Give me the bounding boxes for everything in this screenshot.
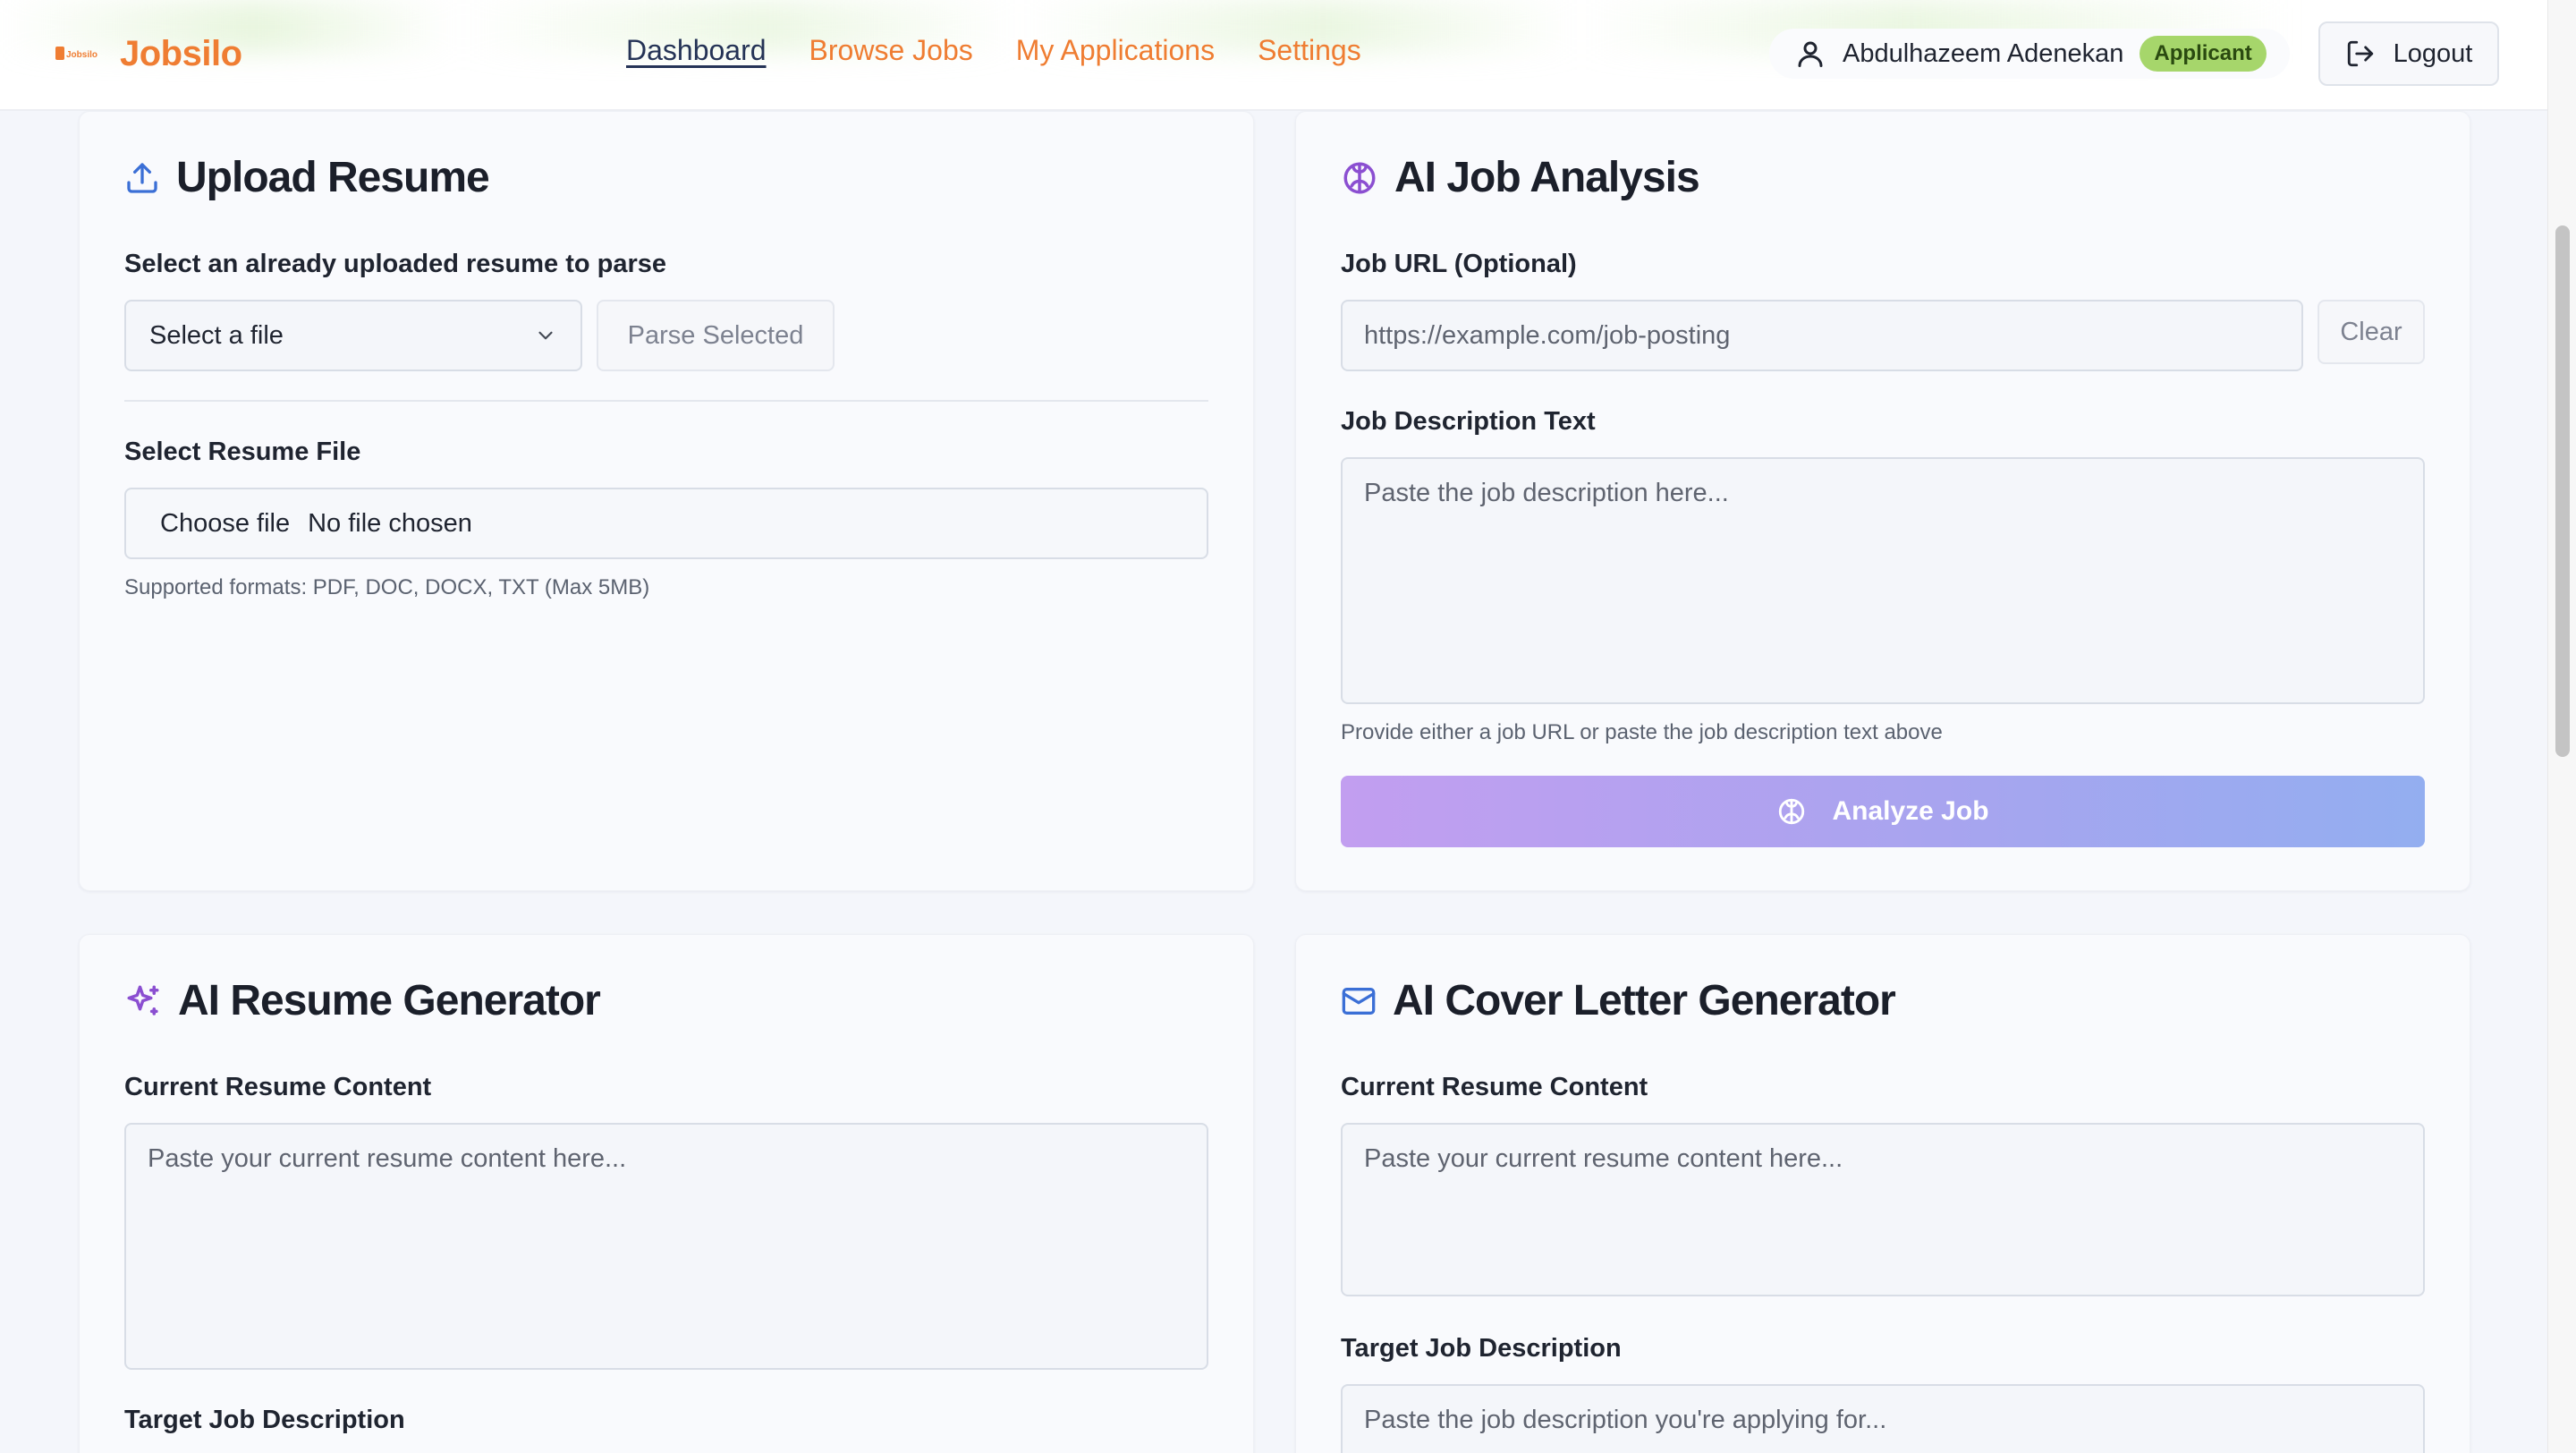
file-status-text: No file chosen — [308, 508, 472, 538]
nav-dashboard[interactable]: Dashboard — [626, 34, 767, 67]
cover-letter-heading: AI Cover Letter Generator — [1393, 977, 1896, 1024]
user-icon — [1798, 41, 1823, 67]
brand-name[interactable]: Jobsilo — [120, 34, 242, 74]
job-analysis-hint: Provide either a job URL or paste the jo… — [1341, 720, 1943, 744]
resume-generator-heading: AI Resume Generator — [178, 977, 601, 1024]
top-navbar: Jobsilo Jobsilo Dashboard Browse Jobs My… — [0, 0, 2547, 111]
cover-letter-card: AI Cover Letter Generator Current Resume… — [1295, 934, 2470, 1453]
nav-browse-jobs[interactable]: Browse Jobs — [809, 34, 973, 67]
cover-target-textarea[interactable] — [1341, 1384, 2425, 1453]
job-description-textarea[interactable] — [1341, 457, 2425, 704]
analyze-job-button[interactable]: Analyze Job — [1341, 776, 2425, 847]
logout-button[interactable]: Logout — [2318, 21, 2499, 86]
parse-selected-button[interactable]: Parse Selected — [597, 300, 835, 371]
brain-icon — [1779, 798, 1805, 825]
upload-icon — [127, 162, 157, 193]
job-analysis-card: AI Job Analysis Job URL (Optional) Clear… — [1295, 111, 2470, 891]
brain-icon — [1343, 162, 1376, 193]
scrollbar-thumb[interactable] — [2555, 225, 2570, 757]
user-menu[interactable]: Abdulhazeem Adenekan Applicant — [1769, 29, 2290, 79]
svg-text:Jobsilo: Jobsilo — [66, 50, 97, 60]
resume-file-input[interactable]: Choose file No file chosen — [124, 488, 1208, 559]
resume-content-textarea[interactable] — [124, 1123, 1208, 1370]
chevron-down-icon — [538, 331, 553, 340]
main-nav: Dashboard Browse Jobs My Applications Se… — [626, 34, 1361, 67]
resume-generator-card: AI Resume Generator Current Resume Conte… — [79, 934, 1254, 1453]
cover-content-label: Current Resume Content — [1341, 1073, 1648, 1101]
page-scrollbar[interactable] — [2547, 0, 2576, 1453]
resume-target-label: Target Job Description — [124, 1406, 405, 1434]
clear-button[interactable]: Clear — [2318, 300, 2425, 364]
section-divider — [124, 400, 1208, 402]
brand[interactable]: Jobsilo Jobsilo — [55, 30, 242, 77]
upload-resume-title: Upload Resume — [124, 153, 490, 202]
job-url-label: Job URL (Optional) — [1341, 250, 1577, 278]
select-uploaded-label: Select an already uploaded resume to par… — [124, 250, 667, 278]
upload-resume-heading: Upload Resume — [176, 154, 490, 201]
job-analysis-title: AI Job Analysis — [1341, 153, 1700, 202]
nav-settings[interactable]: Settings — [1258, 34, 1361, 67]
sparkles-icon — [127, 985, 159, 1015]
choose-file-button[interactable]: Choose file — [160, 509, 290, 539]
job-description-label: Job Description Text — [1341, 407, 1596, 436]
cover-target-label: Target Job Description — [1341, 1334, 1622, 1363]
logout-icon — [2347, 40, 2373, 67]
job-analysis-heading: AI Job Analysis — [1394, 154, 1700, 201]
logout-label: Logout — [2393, 38, 2473, 68]
role-badge: Applicant — [2140, 36, 2267, 72]
analyze-job-label: Analyze Job — [1832, 796, 1989, 826]
resume-file-label: Select Resume File — [124, 438, 361, 466]
job-url-input[interactable] — [1341, 300, 2303, 371]
brand-logo: Jobsilo — [55, 30, 102, 77]
user-name: Abdulhazeem Adenekan — [1843, 38, 2124, 68]
upload-resume-card: Upload Resume Select an already uploaded… — [79, 111, 1254, 891]
resume-generator-title: AI Resume Generator — [124, 976, 601, 1025]
cover-letter-title: AI Cover Letter Generator — [1341, 976, 1896, 1025]
supported-formats-hint: Supported formats: PDF, DOC, DOCX, TXT (… — [124, 575, 650, 599]
nav-my-applications[interactable]: My Applications — [1016, 34, 1215, 67]
mail-icon — [1342, 987, 1376, 1015]
uploaded-resume-select-value: Select a file — [149, 320, 284, 350]
resume-content-label: Current Resume Content — [124, 1073, 432, 1101]
cover-content-textarea[interactable] — [1341, 1123, 2425, 1296]
brand-logo-icon: Jobsilo — [55, 47, 97, 60]
uploaded-resume-select[interactable]: Select a file — [124, 300, 582, 371]
